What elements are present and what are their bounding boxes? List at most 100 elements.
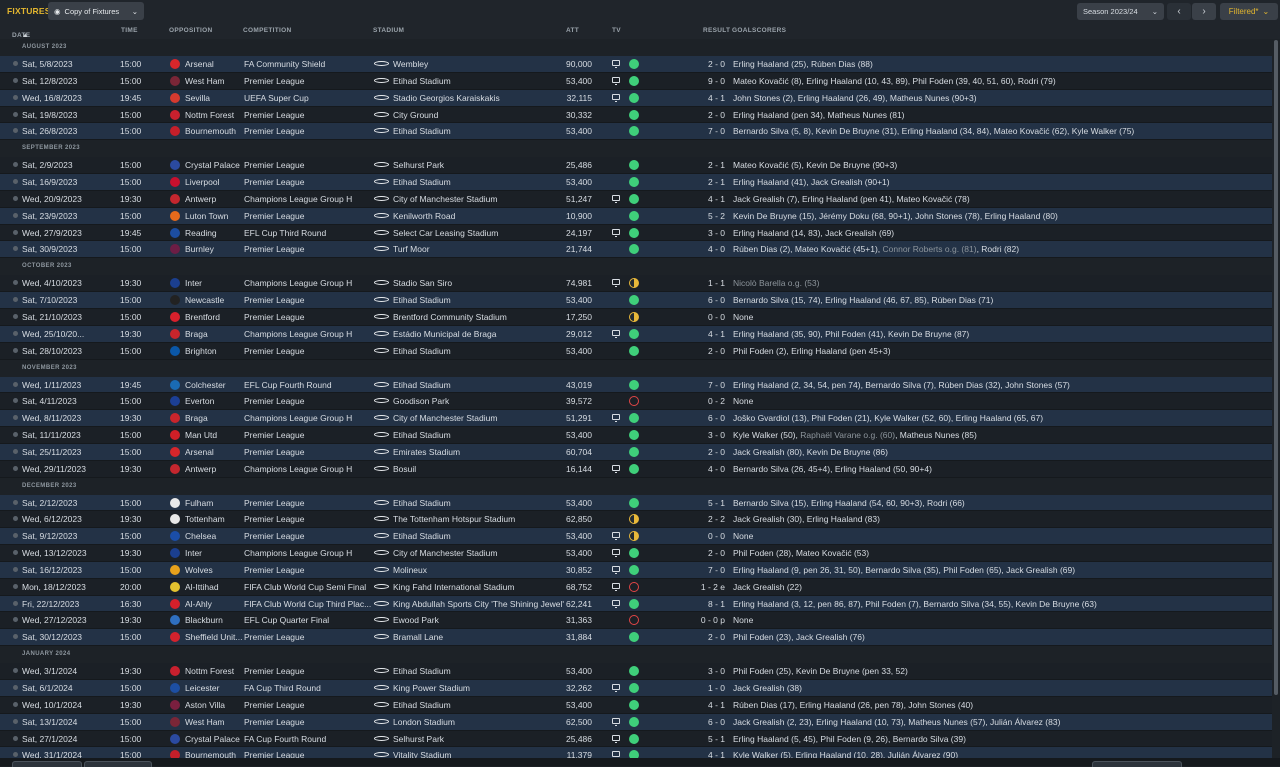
stadium-link[interactable]: Selhurst Park bbox=[393, 734, 444, 744]
opposition-link[interactable]: Brentford bbox=[185, 312, 220, 322]
match-result[interactable]: 2 - 0 bbox=[688, 346, 725, 356]
opposition-link[interactable]: Chelsea bbox=[185, 531, 216, 541]
match-result[interactable]: 6 - 0 bbox=[688, 295, 725, 305]
bottom-button-second[interactable] bbox=[84, 761, 152, 767]
fixture-row[interactable]: Wed, 8/11/2023 19:30 Braga Champions League… bbox=[0, 410, 1272, 428]
competition-link[interactable]: Champions League Group H bbox=[244, 194, 352, 204]
fixture-row[interactable]: Wed, 10/1/2024 19:30 Aston Villa Premier Le… bbox=[0, 696, 1272, 714]
bottom-button-right[interactable] bbox=[1092, 761, 1182, 767]
fixture-row[interactable]: Sat, 16/12/2023 15:00 Wolves Premier League… bbox=[0, 561, 1272, 579]
stadium-link[interactable]: King Power Stadium bbox=[393, 683, 470, 693]
stadium-link[interactable]: Etihad Stadium bbox=[393, 498, 451, 508]
match-result[interactable]: 6 - 0 bbox=[688, 717, 725, 727]
opposition-link[interactable]: Sheffield Unit... bbox=[185, 632, 243, 642]
stadium-link[interactable]: Select Car Leasing Stadium bbox=[393, 228, 498, 238]
stadium-link[interactable]: City of Manchester Stadium bbox=[393, 194, 497, 204]
fixture-row[interactable]: Fri, 22/12/2023 16:30 Al-Ahly FIFA Club Wor… bbox=[0, 595, 1272, 613]
competition-link[interactable]: Premier League bbox=[244, 126, 304, 136]
fixture-row[interactable]: Mon, 18/12/2023 20:00 Al-Ittihad FIFA Club … bbox=[0, 578, 1272, 596]
opposition-link[interactable]: Arsenal bbox=[185, 59, 214, 69]
match-result[interactable]: 1 - 1 bbox=[688, 278, 725, 288]
opposition-link[interactable]: Crystal Palace bbox=[185, 734, 240, 744]
competition-link[interactable]: FA Cup Fourth Round bbox=[244, 734, 326, 744]
competition-link[interactable]: Premier League bbox=[244, 312, 304, 322]
competition-link[interactable]: FA Cup Third Round bbox=[244, 683, 321, 693]
fixture-row[interactable]: Wed, 16/8/2023 19:45 Sevilla UEFA Super Cup… bbox=[0, 89, 1272, 107]
previous-season-button[interactable]: ‹ bbox=[1167, 3, 1191, 20]
competition-link[interactable]: EFL Cup Quarter Final bbox=[244, 615, 329, 625]
match-result[interactable]: 2 - 0 bbox=[688, 59, 725, 69]
stadium-link[interactable]: Emirates Stadium bbox=[393, 447, 460, 457]
fixture-row[interactable]: Sat, 5/8/2023 15:00 Arsenal FA Community Sh… bbox=[0, 56, 1272, 73]
opposition-link[interactable]: Braga bbox=[185, 413, 208, 423]
stadium-link[interactable]: London Stadium bbox=[393, 717, 455, 727]
match-result[interactable]: 4 - 0 bbox=[688, 244, 725, 254]
opposition-link[interactable]: Inter bbox=[185, 278, 202, 288]
opposition-link[interactable]: Burnley bbox=[185, 244, 214, 254]
competition-link[interactable]: Premier League bbox=[244, 632, 304, 642]
competition-link[interactable]: Premier League bbox=[244, 295, 304, 305]
competition-link[interactable]: Premier League bbox=[244, 498, 304, 508]
competition-link[interactable]: Champions League Group H bbox=[244, 413, 352, 423]
stadium-link[interactable]: Selhurst Park bbox=[393, 160, 444, 170]
stadium-link[interactable]: Ewood Park bbox=[393, 615, 439, 625]
stadium-link[interactable]: Turf Moor bbox=[393, 244, 430, 254]
fixture-row[interactable]: Sat, 25/11/2023 15:00 Arsenal Premier Leagu… bbox=[0, 443, 1272, 461]
competition-link[interactable]: Premier League bbox=[244, 514, 304, 524]
match-result[interactable]: 4 - 1 bbox=[688, 329, 725, 339]
stadium-link[interactable]: Bosuil bbox=[393, 464, 416, 474]
opposition-link[interactable]: Leicester bbox=[185, 683, 220, 693]
fixture-row[interactable]: Sat, 27/1/2024 15:00 Crystal Palace FA Cup … bbox=[0, 730, 1272, 748]
competition-link[interactable]: Premier League bbox=[244, 76, 304, 86]
competition-link[interactable]: Premier League bbox=[244, 211, 304, 221]
match-result[interactable]: 2 - 0 bbox=[688, 447, 725, 457]
competition-link[interactable]: Premier League bbox=[244, 244, 304, 254]
competition-link[interactable]: Champions League Group H bbox=[244, 548, 352, 558]
fixture-row[interactable]: Wed, 27/9/2023 19:45 Reading EFL Cup Third … bbox=[0, 224, 1272, 242]
column-header-stadium[interactable]: STADIUM bbox=[373, 27, 404, 34]
fixture-row[interactable]: Wed, 31/1/2024 15:00 Bournemouth Premier Le… bbox=[0, 747, 1272, 758]
stadium-link[interactable]: City Ground bbox=[393, 110, 438, 120]
match-result[interactable]: 5 - 1 bbox=[688, 734, 725, 744]
opposition-link[interactable]: Colchester bbox=[185, 380, 226, 390]
fixture-row[interactable]: Sat, 26/8/2023 15:00 Bournemouth Premier Le… bbox=[0, 123, 1272, 141]
stadium-link[interactable]: Kenilworth Road bbox=[393, 211, 455, 221]
competition-link[interactable]: Premier League bbox=[244, 565, 304, 575]
bottom-button-left[interactable] bbox=[12, 761, 82, 767]
fixture-row[interactable]: Sat, 28/10/2023 15:00 Brighton Premier Leag… bbox=[0, 342, 1272, 360]
opposition-link[interactable]: Fulham bbox=[185, 498, 213, 508]
column-header-att[interactable]: ATT bbox=[566, 27, 579, 34]
match-result[interactable]: 4 - 1 bbox=[688, 194, 725, 204]
stadium-link[interactable]: Stadio Georgios Karaiskakis bbox=[393, 93, 500, 103]
fixture-row[interactable]: Wed, 20/9/2023 19:30 Antwerp Champions Leag… bbox=[0, 190, 1272, 208]
fixture-row[interactable]: Sat, 19/8/2023 15:00 Nottm Forest Premier L… bbox=[0, 106, 1272, 124]
match-result[interactable]: 2 - 2 bbox=[688, 514, 725, 524]
stadium-link[interactable]: Vitality Stadium bbox=[393, 750, 451, 758]
fixture-row[interactable]: Sat, 6/1/2024 15:00 Leicester FA Cup Third … bbox=[0, 680, 1272, 697]
stadium-link[interactable]: Etihad Stadium bbox=[393, 346, 451, 356]
competition-link[interactable]: Premier League bbox=[244, 666, 304, 676]
match-result[interactable]: 7 - 0 bbox=[688, 380, 725, 390]
match-result[interactable]: 9 - 0 bbox=[688, 76, 725, 86]
opposition-link[interactable]: Crystal Palace bbox=[185, 160, 240, 170]
stadium-link[interactable]: Stadio San Siro bbox=[393, 278, 452, 288]
opposition-link[interactable]: Inter bbox=[185, 548, 202, 558]
opposition-link[interactable]: Aston Villa bbox=[185, 700, 225, 710]
fixture-row[interactable]: Sat, 23/9/2023 15:00 Luton Town Premier Lea… bbox=[0, 207, 1272, 225]
stadium-link[interactable]: Wembley bbox=[393, 59, 428, 69]
filter-dropdown[interactable]: Filtered* ⌄ bbox=[1220, 3, 1278, 20]
opposition-link[interactable]: Antwerp bbox=[185, 464, 216, 474]
match-result[interactable]: 4 - 1 bbox=[688, 93, 725, 103]
match-result[interactable]: 7 - 0 bbox=[688, 565, 725, 575]
competition-link[interactable]: Premier League bbox=[244, 717, 304, 727]
opposition-link[interactable]: Bournemouth bbox=[185, 126, 236, 136]
competition-link[interactable]: Premier League bbox=[244, 531, 304, 541]
competition-link[interactable]: FIFA Club World Cup Third Plac... bbox=[244, 599, 371, 609]
fixture-row[interactable]: Sat, 21/10/2023 15:00 Brentford Premier Lea… bbox=[0, 308, 1272, 326]
stadium-link[interactable]: Etihad Stadium bbox=[393, 76, 451, 86]
fixture-row[interactable]: Sat, 11/11/2023 15:00 Man Utd Premier Leagu… bbox=[0, 427, 1272, 444]
match-result[interactable]: 5 - 2 bbox=[688, 211, 725, 221]
match-result[interactable]: 5 - 1 bbox=[688, 498, 725, 508]
column-header-time[interactable]: TIME bbox=[121, 27, 138, 34]
competition-link[interactable]: Champions League Group H bbox=[244, 464, 352, 474]
